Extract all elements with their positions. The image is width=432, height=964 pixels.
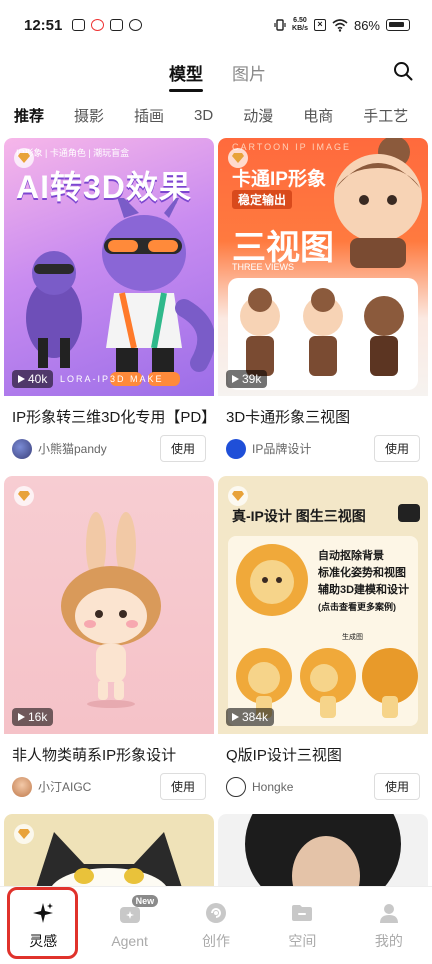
play-icon (232, 375, 239, 383)
play-icon (18, 375, 25, 383)
card-overlay-lines: 自动抠除背景 标准化姿势和视图 辅助3D建模和设计 (点击查看更多案例) (318, 550, 410, 612)
play-count-badge: 384k (226, 708, 275, 726)
card-image[interactable] (218, 814, 428, 894)
use-button[interactable]: 使用 (159, 773, 206, 800)
vibrate-icon (274, 19, 286, 31)
category-recommended[interactable]: 推荐 (14, 105, 44, 126)
avatar[interactable] (12, 438, 32, 459)
net-speed: 6.50 KB/s (292, 17, 308, 32)
search-icon[interactable] (392, 60, 414, 82)
category-illustration[interactable]: 插画 (134, 105, 164, 126)
author-name[interactable]: Hongke (252, 780, 293, 794)
sim-off-icon: × (313, 19, 326, 31)
category-crafts[interactable]: 手工艺 (363, 105, 408, 126)
nav-label: 我的 (374, 932, 403, 949)
category-3d[interactable]: 3D (194, 107, 213, 124)
character-illustration (236, 544, 308, 616)
portrait-illustration (245, 814, 401, 894)
model-card[interactable]: IP形象 | 卡通角色 | 潮玩盲盒 AI转3D效果 LORA-IP3D MAK… (4, 138, 214, 472)
card-title[interactable]: Q版IP设计三视图 (218, 734, 428, 765)
status-right: 6.50 KB/s × 86% (274, 17, 410, 33)
card-image[interactable]: CARTOON IP IMAGE 卡通IP形象 稳定输出 三视图 THREE V… (218, 138, 428, 396)
author-name[interactable]: IP品牌设计 (252, 440, 311, 457)
category-ecommerce[interactable]: 电商 (303, 105, 333, 126)
nav-create[interactable]: 创作 (173, 887, 259, 964)
play-count-badge: 39k (226, 370, 268, 388)
author-name[interactable]: 小汀AIGC (38, 778, 91, 795)
model-card[interactable] (4, 814, 214, 894)
nav-space[interactable]: 空间 (259, 887, 345, 964)
avatar[interactable] (12, 776, 32, 797)
use-button[interactable]: 使用 (373, 773, 420, 800)
play-count-badge: 16k (12, 708, 54, 726)
status-bar: 12:51 6.50 KB/s × 86% (0, 0, 432, 50)
notification-icons (72, 19, 143, 31)
character-illustration (34, 832, 184, 894)
character-illustration (61, 512, 161, 708)
category-anime[interactable]: 动漫 (243, 105, 273, 126)
nav-agent[interactable]: New Agent (86, 887, 172, 964)
card-title[interactable]: 3D卡通形象三视图 (218, 396, 428, 427)
use-button[interactable]: 使用 (159, 435, 206, 462)
nav-profile[interactable]: 我的 (346, 887, 432, 964)
card-image[interactable]: 真-IP设计 图生三视图 自动抠除背景 标准化姿势和视图 辅助3D建模和设计 (… (218, 476, 428, 734)
use-button[interactable]: 使用 (373, 435, 420, 462)
create-icon (206, 902, 227, 923)
premium-diamond-icon (14, 824, 34, 844)
play-count-badge: 40k (12, 370, 54, 388)
folder-icon (292, 904, 313, 921)
card-image[interactable]: IP形象 | 卡通角色 | 潮玩盲盒 AI转3D效果 LORA-IP3D MAK… (4, 138, 214, 396)
nav-label: 空间 (288, 932, 317, 949)
model-card[interactable]: CARTOON IP IMAGE 卡通IP形象 稳定输出 三视图 THREE V… (218, 138, 428, 472)
app-notification-icon (72, 19, 86, 31)
play-icon (18, 713, 25, 721)
card-image[interactable]: 16k (4, 476, 214, 734)
card-meta: 小熊猫pandy 使用 (4, 427, 214, 472)
card-meta: 小汀AIGC 使用 (4, 765, 214, 810)
character-illustration (228, 138, 422, 390)
status-time: 12:51 (24, 16, 63, 34)
wifi-icon (332, 18, 348, 32)
card-title[interactable]: IP形象转三维3D化专用【PD】 (4, 396, 214, 427)
top-tabs: 模型 图片 (0, 54, 432, 92)
category-photography[interactable]: 摄影 (74, 105, 104, 126)
premium-diamond-icon (14, 148, 34, 168)
category-tabs: 推荐 摄影 插画 3D 动漫 电商 手工艺 (0, 98, 432, 132)
weibo-notification-icon (91, 19, 105, 31)
nav-label: Agent (111, 932, 148, 949)
premium-diamond-icon (228, 148, 248, 168)
play-icon (232, 713, 239, 721)
model-card[interactable]: 真-IP设计 图生三视图 自动抠除背景 标准化姿势和视图 辅助3D建模和设计 (… (218, 476, 428, 810)
character-illustration (26, 198, 214, 386)
premium-diamond-icon (14, 486, 34, 506)
author-name[interactable]: 小熊猫pandy (38, 440, 107, 457)
card-meta: Hongke 使用 (218, 765, 428, 810)
nav-label: 创作 (202, 932, 231, 949)
tab-models[interactable]: 模型 (169, 60, 203, 92)
card-overlay-title: 真-IP设计 图生三视图 (232, 508, 366, 524)
premium-diamond-icon (228, 486, 248, 506)
battery-icon (386, 19, 410, 31)
card-overlay-subtitle: LORA-IP3D MAKE (60, 374, 164, 384)
highlight-annotation (7, 887, 78, 959)
card-title[interactable]: 非人物类萌系IP形象设计 (4, 734, 214, 765)
card-image[interactable] (4, 814, 214, 894)
card-meta: IP品牌设计 使用 (218, 427, 428, 472)
new-badge: New (131, 895, 159, 907)
model-card[interactable]: 16k 非人物类萌系IP形象设计 小汀AIGC 使用 (4, 476, 214, 810)
profile-icon (379, 903, 398, 923)
chat-icon (398, 504, 420, 522)
app-notification-icon (129, 19, 143, 31)
app-notification-icon (110, 19, 124, 31)
avatar[interactable] (226, 776, 246, 797)
model-card[interactable] (218, 814, 428, 894)
battery-percentage: 86% (353, 17, 380, 33)
avatar[interactable] (226, 438, 246, 459)
tab-images[interactable]: 图片 (232, 60, 266, 85)
